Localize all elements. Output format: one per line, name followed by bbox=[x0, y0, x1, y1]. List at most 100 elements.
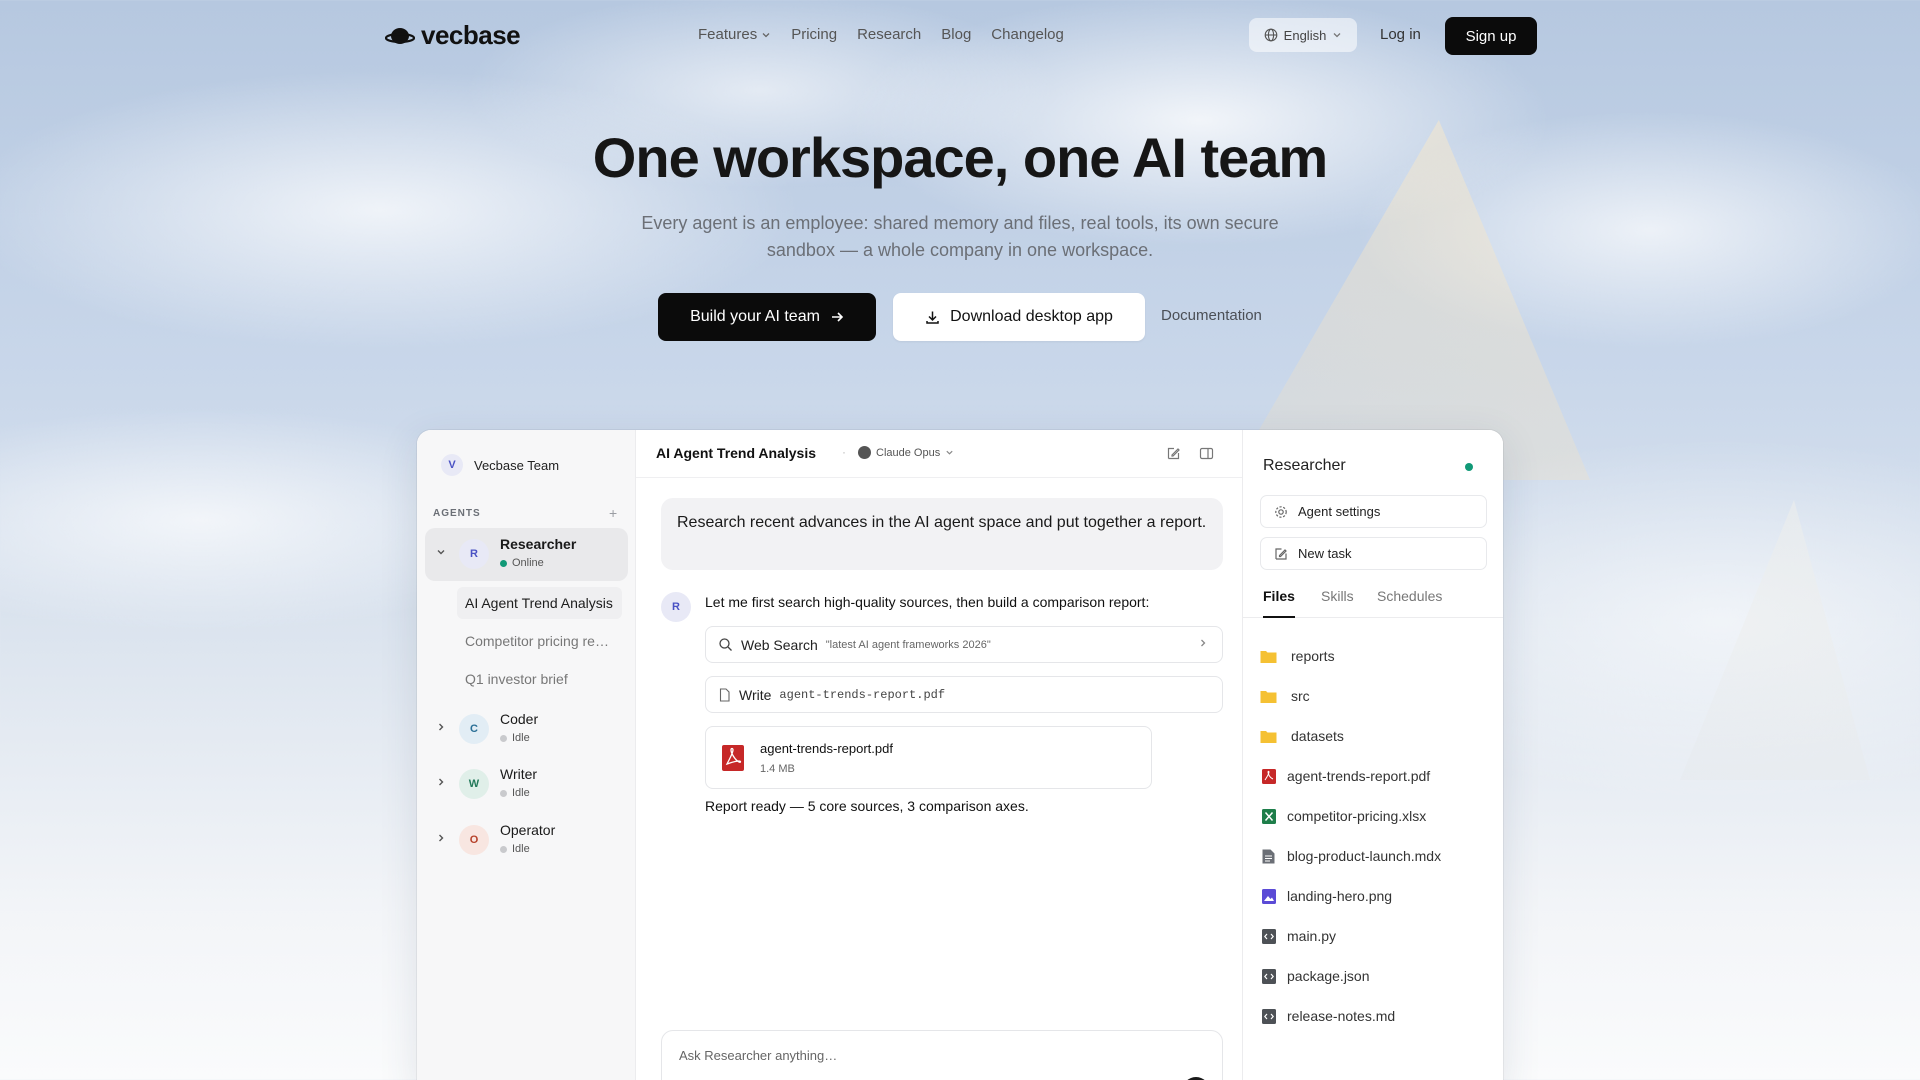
file-row[interactable]: release-notes.md bbox=[1260, 1005, 1395, 1027]
chevron-down-icon bbox=[946, 450, 953, 455]
language-label: English bbox=[1283, 27, 1327, 43]
file-row[interactable]: agent-trends-report.pdf bbox=[1260, 765, 1430, 787]
planet-logo-icon bbox=[385, 27, 415, 44]
agent-researcher[interactable]: R Researcher Online bbox=[425, 528, 628, 581]
status-dot bbox=[500, 559, 507, 567]
sidebar-toggle-icon[interactable] bbox=[1199, 446, 1214, 461]
status-dot bbox=[500, 734, 507, 742]
file-icon bbox=[719, 687, 730, 702]
file-row-name: blog-product-launch.mdx bbox=[1287, 848, 1442, 864]
globe-icon bbox=[1264, 28, 1278, 42]
header-actions bbox=[1166, 446, 1214, 461]
agent-name: Operator bbox=[500, 822, 556, 838]
brand-logo[interactable]: vecbase bbox=[385, 20, 521, 51]
file-row-name: datasets bbox=[1291, 728, 1344, 744]
panel-title: Researcher bbox=[1263, 457, 1346, 474]
folder-icon bbox=[1260, 728, 1277, 745]
file-size: 1.4 MB bbox=[760, 763, 795, 775]
agent-status: Online bbox=[500, 557, 544, 569]
tab-files[interactable]: Files bbox=[1263, 588, 1295, 618]
tool-call-write[interactable]: Write agent-trends-report.pdf bbox=[705, 676, 1223, 713]
file-attachment-card[interactable]: agent-trends-report.pdf 1.4 MB bbox=[705, 726, 1152, 789]
agent-settings-button[interactable]: Agent settings bbox=[1260, 495, 1487, 528]
model-name: Claude Opus bbox=[876, 446, 941, 459]
file-row[interactable]: src bbox=[1260, 685, 1310, 707]
login-link[interactable]: Log in bbox=[1380, 26, 1421, 43]
task-item[interactable]: AI Agent Trend Analysis bbox=[457, 587, 622, 619]
chat-input[interactable]: Ask Researcher anything… bbox=[661, 1030, 1223, 1080]
file-row-name: src bbox=[1291, 688, 1310, 704]
agent-name: Coder bbox=[500, 711, 539, 727]
tool-call-web-search[interactable]: Web Search "latest AI agent frameworks 2… bbox=[705, 626, 1223, 663]
signup-button[interactable]: Sign up bbox=[1445, 17, 1537, 55]
agent-avatar: R bbox=[459, 539, 489, 569]
agents-section-label: AGENTS bbox=[433, 508, 481, 519]
task-item[interactable]: Q1 investor brief bbox=[457, 663, 622, 695]
chevron-down-icon bbox=[762, 32, 770, 37]
tab-schedules[interactable]: Schedules bbox=[1377, 588, 1442, 618]
file-row-name: landing-hero.png bbox=[1287, 888, 1393, 904]
add-agent-icon[interactable]: + bbox=[609, 505, 617, 521]
file-row[interactable]: blog-product-launch.mdx bbox=[1260, 845, 1441, 867]
nav-link-pricing[interactable]: Pricing bbox=[791, 26, 837, 43]
online-status-dot bbox=[1465, 463, 1473, 471]
build-team-button[interactable]: Build your AI team bbox=[658, 293, 876, 341]
brand-name: vecbase bbox=[421, 20, 521, 50]
chevron-right-icon[interactable] bbox=[435, 776, 447, 788]
file-row-name: release-notes.md bbox=[1287, 1008, 1396, 1024]
agent-writer[interactable]: W Writer Idle bbox=[425, 758, 628, 811]
file-row[interactable]: package.json bbox=[1260, 965, 1370, 987]
image-file-icon bbox=[1260, 888, 1277, 905]
tool-argument: agent-trends-report.pdf bbox=[779, 687, 946, 702]
file-row[interactable]: reports bbox=[1260, 645, 1335, 667]
agent-avatar: R bbox=[661, 592, 691, 622]
gear-icon bbox=[1275, 505, 1287, 518]
agent-avatar: O bbox=[459, 825, 489, 855]
file-row[interactable]: datasets bbox=[1260, 725, 1344, 747]
tab-skills[interactable]: Skills bbox=[1321, 588, 1354, 618]
agent-settings-label: Agent settings bbox=[1298, 504, 1381, 519]
documentation-link[interactable]: Documentation bbox=[1161, 307, 1262, 324]
file-row[interactable]: landing-hero.png bbox=[1260, 885, 1392, 907]
status-dot bbox=[500, 789, 507, 797]
file-row[interactable]: competitor-pricing.xlsx bbox=[1260, 805, 1426, 827]
code-file-icon bbox=[1260, 968, 1277, 985]
agent-coder[interactable]: C Coder Idle bbox=[425, 703, 628, 756]
task-item[interactable]: Competitor pricing re… bbox=[457, 625, 622, 657]
chevron-right-icon[interactable] bbox=[435, 721, 447, 733]
spreadsheet-file-icon bbox=[1260, 808, 1277, 825]
new-task-button[interactable]: New task bbox=[1260, 537, 1487, 570]
chevron-down-icon[interactable] bbox=[435, 546, 447, 558]
chat-input-placeholder: Ask Researcher anything… bbox=[679, 1048, 838, 1063]
team-switcher[interactable]: V Vecbase Team bbox=[441, 454, 559, 476]
search-icon bbox=[719, 638, 732, 651]
nav-links: Features Pricing Research Blog Changelog bbox=[698, 26, 1064, 43]
tool-name: Write bbox=[739, 686, 772, 703]
chevron-right-icon[interactable] bbox=[435, 832, 447, 844]
nav-link-research[interactable]: Research bbox=[857, 26, 921, 43]
agent-avatar: W bbox=[459, 769, 489, 799]
arrow-right-icon bbox=[831, 312, 844, 322]
agent-name: Researcher bbox=[500, 536, 577, 552]
hero-subtitle: Every agent is an employee: shared memor… bbox=[641, 213, 1279, 260]
model-selector[interactable]: Claude Opus bbox=[858, 446, 954, 459]
chat-header: AI Agent Trend Analysis · Claude Opus bbox=[636, 430, 1242, 478]
chat-main: AI Agent Trend Analysis · Claude Opus Re… bbox=[636, 430, 1242, 1080]
new-task-label: New task bbox=[1298, 546, 1352, 561]
agent-detail-panel: Researcher Agent settings New task Files… bbox=[1242, 430, 1503, 1080]
model-logo-icon bbox=[858, 446, 871, 459]
language-selector[interactable]: English bbox=[1249, 18, 1357, 52]
edit-icon[interactable] bbox=[1166, 446, 1181, 461]
agent-reply: Let me first search high-quality sources… bbox=[705, 594, 1150, 610]
nav-link-features[interactable]: Features bbox=[698, 26, 771, 43]
status-dot bbox=[500, 845, 507, 853]
file-row-name: main.py bbox=[1287, 928, 1337, 944]
download-app-button[interactable]: Download desktop app bbox=[893, 293, 1145, 341]
nav-link-blog[interactable]: Blog bbox=[941, 26, 971, 43]
tool-name: Web Search bbox=[741, 636, 818, 653]
agent-operator[interactable]: O Operator Idle bbox=[425, 814, 628, 867]
nav-link-changelog[interactable]: Changelog bbox=[991, 26, 1064, 43]
chat-title: AI Agent Trend Analysis bbox=[656, 445, 816, 461]
file-row-name: reports bbox=[1291, 648, 1335, 664]
file-row[interactable]: main.py bbox=[1260, 925, 1336, 947]
